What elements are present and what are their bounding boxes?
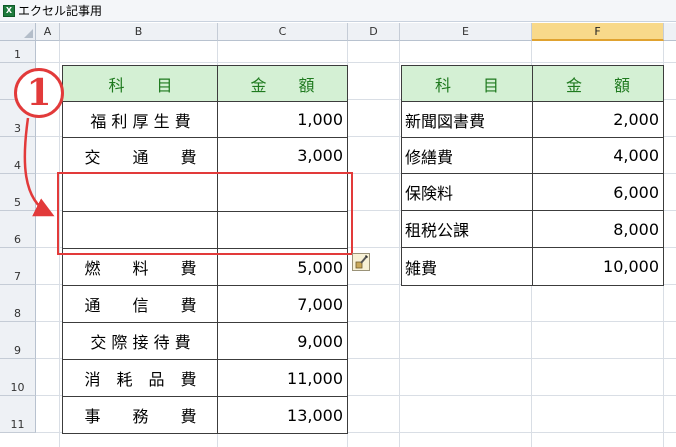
left-subject-cell[interactable]: 交 際 接 待 費 bbox=[62, 322, 219, 360]
right-subject-cell[interactable]: 租税公課 bbox=[401, 210, 533, 248]
row-header-10[interactable]: 10 bbox=[0, 359, 36, 396]
right-header-subject[interactable]: 科 目 bbox=[401, 65, 533, 102]
left-subject-cell[interactable]: 福 利 厚 生 費 bbox=[62, 101, 219, 138]
paste-options-icon[interactable] bbox=[352, 253, 370, 271]
column-header-a[interactable]: A bbox=[36, 23, 60, 41]
row-header-9[interactable]: 9 bbox=[0, 322, 36, 359]
step-number-callout: 1 bbox=[14, 68, 64, 118]
row-header-7[interactable]: 7 bbox=[0, 248, 36, 285]
right-amount-cell[interactable]: 8,000 bbox=[532, 210, 664, 248]
insert-highlight-box bbox=[57, 172, 353, 255]
gridline bbox=[36, 62, 676, 63]
right-subject-cell[interactable]: 雑費 bbox=[401, 247, 533, 286]
left-header-subject[interactable]: 科 目 bbox=[62, 65, 219, 102]
left-amount-cell[interactable]: 11,000 bbox=[217, 359, 348, 397]
row-header-5[interactable]: 5 bbox=[0, 174, 36, 211]
left-subject-cell[interactable]: 消 耗 品 費 bbox=[62, 359, 219, 397]
row-header-4[interactable]: 4 bbox=[0, 137, 36, 174]
left-amount-cell[interactable]: 13,000 bbox=[217, 396, 348, 434]
right-amount-cell[interactable]: 10,000 bbox=[532, 247, 664, 286]
row-header-11[interactable]: 11 bbox=[0, 396, 36, 433]
left-subject-cell[interactable]: 交 通 費 bbox=[62, 137, 219, 174]
right-header-amount[interactable]: 金 額 bbox=[532, 65, 664, 102]
column-header-f[interactable]: F bbox=[532, 23, 664, 41]
right-subject-cell[interactable]: 新聞図書費 bbox=[401, 101, 533, 138]
title-bar: X エクセル記事用 bbox=[0, 0, 676, 22]
row-header-6[interactable]: 6 bbox=[0, 211, 36, 248]
brush-icon bbox=[355, 254, 369, 269]
select-all-corner[interactable] bbox=[0, 23, 36, 41]
right-subject-cell[interactable]: 保険料 bbox=[401, 173, 533, 211]
left-amount-cell[interactable]: 9,000 bbox=[217, 322, 348, 360]
right-amount-cell[interactable]: 4,000 bbox=[532, 137, 664, 174]
row-header-1[interactable]: 1 bbox=[0, 41, 36, 63]
left-header-amount[interactable]: 金 額 bbox=[217, 65, 348, 102]
gridline bbox=[399, 41, 400, 447]
right-amount-cell[interactable]: 2,000 bbox=[532, 101, 664, 138]
column-header-tail bbox=[664, 23, 676, 41]
left-amount-cell[interactable]: 7,000 bbox=[217, 285, 348, 323]
column-header-d[interactable]: D bbox=[348, 23, 400, 41]
excel-icon: X bbox=[3, 4, 15, 17]
right-subject-cell[interactable]: 修繕費 bbox=[401, 137, 533, 174]
left-amount-cell[interactable]: 1,000 bbox=[217, 101, 348, 138]
spreadsheet-grid[interactable]: A B C D E F 1 2 3 4 5 6 7 8 9 10 11 科 目 … bbox=[0, 23, 676, 447]
left-subject-cell[interactable]: 通 信 費 bbox=[62, 285, 219, 323]
column-header-c[interactable]: C bbox=[218, 23, 348, 41]
left-subject-cell[interactable]: 事 務 費 bbox=[62, 396, 219, 434]
column-header-e[interactable]: E bbox=[400, 23, 532, 41]
right-amount-cell[interactable]: 6,000 bbox=[532, 173, 664, 211]
left-amount-cell[interactable]: 3,000 bbox=[217, 137, 348, 174]
window-title: エクセル記事用 bbox=[18, 4, 103, 18]
row-header-8[interactable]: 8 bbox=[0, 285, 36, 322]
column-header-b[interactable]: B bbox=[60, 23, 218, 41]
